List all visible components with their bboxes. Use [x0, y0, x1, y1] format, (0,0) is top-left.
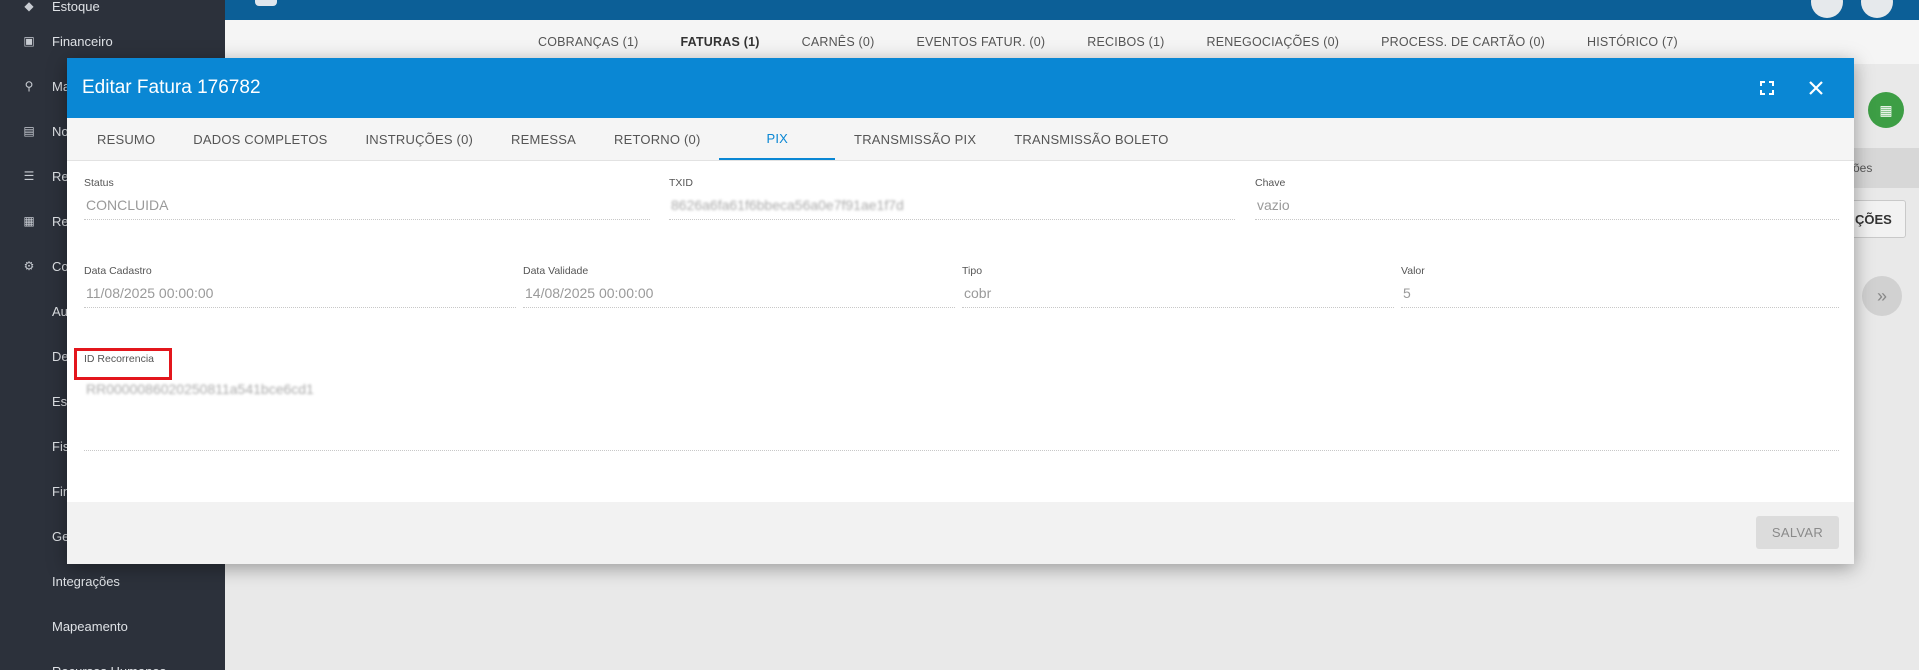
spreadsheet-icon: ▦ [1879, 101, 1893, 118]
gear-icon: ⚙ [23, 259, 35, 273]
id-recorrencia-field: ID Recorrencia RR0000086020250811a541bce… [84, 353, 1839, 451]
bg-tab-process-cartao[interactable]: PROCESS. DE CARTÃO (0) [1360, 35, 1566, 49]
data-validade-value[interactable]: 14/08/2025 00:00:00 [523, 285, 955, 308]
status-field: Status CONCLUIDA [84, 177, 650, 220]
user-avatar[interactable] [1811, 0, 1843, 18]
data-cadastro-field: Data Cadastro 11/08/2025 00:00:00 [84, 265, 516, 308]
double-chevron-right-icon: » [1876, 285, 1887, 306]
bg-tab-recibos[interactable]: RECIBOS (1) [1066, 35, 1185, 49]
data-validade-field: Data Validade 14/08/2025 00:00:00 [523, 265, 955, 308]
bg-tab-cobrancas[interactable]: COBRANÇAS (1) [517, 35, 660, 49]
close-icon [1809, 81, 1823, 95]
close-button[interactable] [1802, 74, 1830, 102]
data-cadastro-value[interactable]: 11/08/2025 00:00:00 [84, 285, 516, 308]
status-value[interactable]: CONCLUIDA [84, 197, 650, 220]
bg-tab-carnes[interactable]: CARNÊS (0) [781, 35, 896, 49]
annotation-highlight-box [74, 348, 172, 380]
tab-transmissao-pix[interactable]: TRANSMISSÃO PIX [835, 118, 995, 160]
tab-instrucoes[interactable]: INSTRUÇÕES (0) [347, 118, 493, 160]
sidebar-item-label: Financeiro [52, 33, 113, 49]
dialog-title: Editar Fatura 176782 [82, 77, 261, 98]
chave-label: Chave [1255, 177, 1286, 189]
menu-chip[interactable] [255, 0, 277, 6]
background-panel: ões [1853, 148, 1919, 188]
app-bar [225, 0, 1919, 20]
sidebar-item-estoque[interactable]: ◆ Estoque [0, 0, 225, 24]
money-icon: ▣ [23, 34, 35, 48]
dialog-footer: SALVAR [67, 502, 1854, 564]
server-icon: ☰ [23, 169, 35, 183]
valor-field: Valor 5 [1401, 265, 1839, 308]
bg-tab-eventos-fatur[interactable]: EVENTOS FATUR. (0) [895, 35, 1066, 49]
tab-resumo[interactable]: RESUMO [78, 118, 174, 160]
tab-dados-completos[interactable]: DADOS COMPLETOS [174, 118, 346, 160]
sidebar-subitem-mapeamento[interactable]: Mapeamento [0, 608, 225, 644]
fullscreen-icon [1760, 81, 1774, 95]
txid-label: TXID [669, 177, 693, 189]
data-cadastro-label: Data Cadastro [84, 265, 152, 277]
txid-field: TXID 8626a6fa61f6bbeca56a0e7f91ae1f7d [669, 177, 1235, 220]
chave-value[interactable]: vazio [1255, 197, 1839, 220]
dialog-header: Editar Fatura 176782 [67, 58, 1854, 118]
chave-field: Chave vazio [1255, 177, 1839, 220]
box-icon: ◆ [24, 0, 34, 13]
sidebar-subitem-integracoes[interactable]: Integrações [0, 563, 225, 599]
data-validade-label: Data Validade [523, 265, 589, 277]
id-recorrencia-label: ID Recorrencia [84, 353, 155, 365]
background-panel-text: ões [1853, 161, 1873, 175]
tipo-label: Tipo [962, 265, 983, 277]
sidebar-item-label: Estoque [52, 0, 100, 14]
edit-invoice-dialog: Editar Fatura 176782 RESUMO DADOS COMPLE… [67, 58, 1854, 564]
valor-label: Valor [1401, 265, 1425, 277]
file-icon: ▦ [23, 214, 35, 228]
status-label: Status [84, 177, 114, 189]
id-recorrencia-value-box[interactable]: RR0000086020250811a541bce6cd1 [84, 381, 1839, 451]
dialog-body: Status CONCLUIDA TXID 8626a6fa61f6bbeca5… [67, 161, 1854, 502]
save-button[interactable]: SALVAR [1756, 516, 1839, 549]
export-excel-button[interactable]: ▦ [1868, 92, 1904, 128]
bg-tab-historico[interactable]: HISTÓRICO (7) [1566, 35, 1699, 49]
sidebar-item-financeiro[interactable]: ▣ Financeiro [0, 23, 225, 59]
tab-retorno[interactable]: RETORNO (0) [595, 118, 719, 160]
txid-value-box[interactable]: 8626a6fa61f6bbeca56a0e7f91ae1f7d [669, 197, 1235, 220]
bg-tab-renegociacoes[interactable]: RENEGOCIAÇÕES (0) [1186, 35, 1361, 49]
tipo-value[interactable]: cobr [962, 285, 1394, 308]
bg-tab-faturas[interactable]: FATURAS (1) [660, 35, 781, 49]
map-pin-icon: ⚲ [24, 79, 34, 93]
notification-avatar[interactable] [1861, 0, 1893, 18]
txid-value: 8626a6fa61f6bbeca56a0e7f91ae1f7d [671, 197, 904, 213]
dialog-tabs: RESUMO DADOS COMPLETOS INSTRUÇÕES (0) RE… [67, 118, 1854, 161]
fullscreen-button[interactable] [1753, 74, 1781, 102]
sidebar-subitem-recursos-humanos[interactable]: Recursos Humanos [0, 653, 225, 670]
tipo-field: Tipo cobr [962, 265, 1394, 308]
document-icon: ▤ [23, 124, 35, 138]
tab-remessa[interactable]: REMESSA [492, 118, 595, 160]
expand-panel-button[interactable]: » [1862, 276, 1902, 316]
id-recorrencia-value: RR0000086020250811a541bce6cd1 [86, 381, 314, 397]
tab-pix[interactable]: PIX [719, 118, 836, 160]
valor-value[interactable]: 5 [1401, 285, 1839, 308]
background-action-label: ÇÕES [1855, 211, 1892, 227]
tab-transmissao-boleto[interactable]: TRANSMISSÃO BOLETO [995, 118, 1187, 160]
